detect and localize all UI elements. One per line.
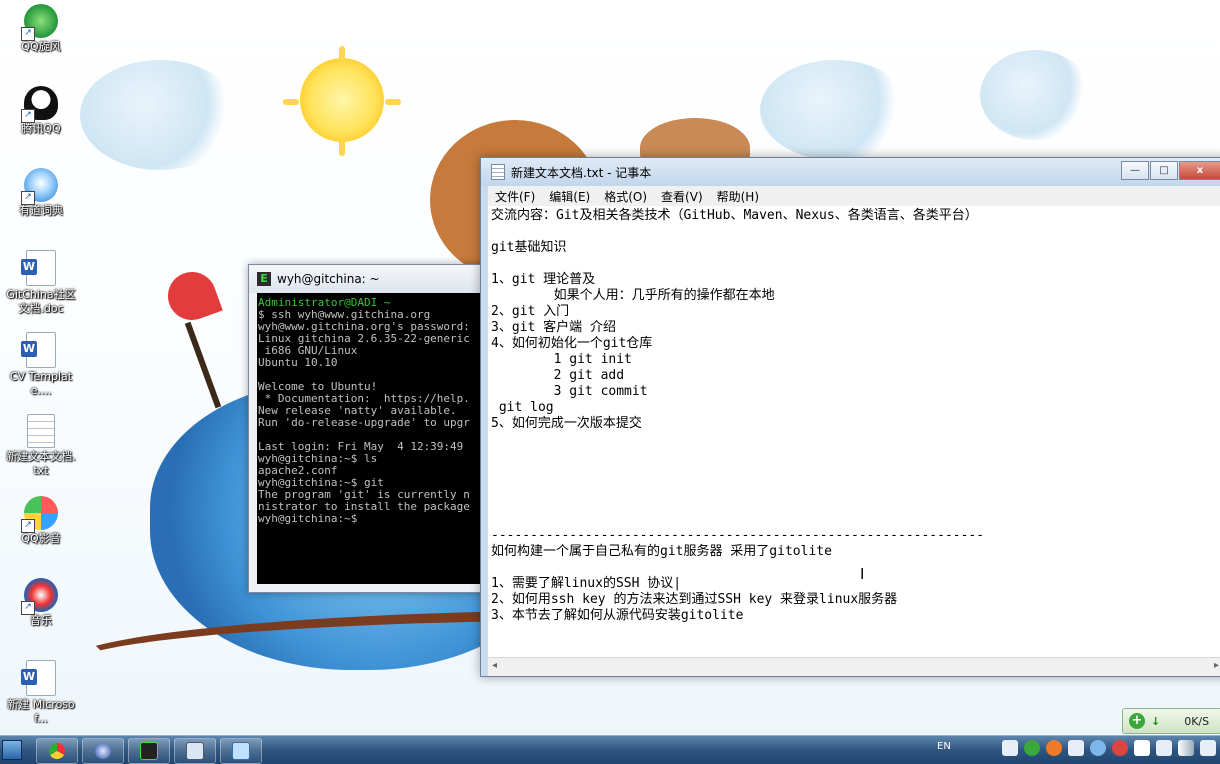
notepad-line: 5、如何完成一次版本提交 — [491, 416, 642, 431]
language-indicator[interactable]: EN — [937, 741, 951, 752]
desktop-icon-new-word-doc[interactable]: 新建 Microsof... — [6, 660, 76, 726]
desktop-icon-cv-template[interactable]: CV Template.... — [6, 332, 76, 398]
desktop-icon-music[interactable]: ↗ 音乐 — [6, 578, 76, 628]
terminal-window[interactable]: E wyh@gitchina: ~ Administrator@DADI ~ $ … — [248, 264, 500, 593]
menu-file[interactable]: 文件(F) — [495, 188, 535, 205]
notepad-menubar: 文件(F) 编辑(E) 格式(O) 查看(V) 帮助(H) — [488, 186, 1220, 206]
desktop-icon-qq-whirlwind[interactable]: ↗ QQ旋风 — [6, 4, 76, 54]
minimize-button[interactable]: — — [1121, 161, 1149, 180]
notepad-line — [491, 496, 1220, 512]
terminal-line: Run 'do-release-upgrade' to upgr — [258, 416, 470, 429]
notepad-line: ----------------------------------------… — [491, 528, 985, 543]
notepad-line — [491, 480, 1220, 496]
scroll-left-icon[interactable]: ◂ — [492, 660, 497, 671]
notepad-text-area[interactable]: 交流内容：Git及相关各类技术（GitHub、Maven、Nexus、各类语言、… — [488, 206, 1220, 658]
notepad-line: 3、git 客户端 介绍 — [491, 320, 616, 335]
tray-globe-icon[interactable] — [1090, 740, 1106, 756]
desktop-icon-new-text-file[interactable]: 新建文本文档.txt — [6, 414, 76, 478]
qq-whirlwind-icon: ↗ — [21, 4, 58, 41]
notepad-window[interactable]: 新建文本文档.txt - 记事本 — □ x 文件(F) 编辑(E) 格式(O)… — [480, 157, 1220, 677]
notepad-line: git log — [491, 400, 554, 415]
notepad-line — [491, 560, 1220, 576]
network-speed: 0K/S — [1184, 714, 1210, 728]
word-doc-icon — [21, 660, 56, 696]
notepad-titlebar[interactable]: 新建文本文档.txt - 记事本 — □ x — [481, 158, 1220, 186]
qq-penguin-icon: ↗ — [21, 86, 58, 123]
terminal-titlebar[interactable]: E wyh@gitchina: ~ — [249, 265, 499, 293]
notepad-line: 1 git init — [491, 352, 632, 367]
taskbar-explorer[interactable] — [174, 738, 216, 764]
menu-help[interactable]: 帮助(H) — [717, 188, 759, 205]
word-doc-icon — [21, 332, 56, 368]
terminal-line: wyh@gitchina:~$ — [258, 512, 364, 525]
download-arrow-icon: ↓ — [1151, 714, 1161, 728]
taskbar-browser[interactable] — [82, 738, 124, 764]
notepad-line: 2、git 入门 — [491, 304, 570, 319]
terminal-title: wyh@gitchina: ~ — [277, 272, 380, 286]
maximize-button[interactable]: □ — [1150, 161, 1178, 180]
tray-volume-icon[interactable] — [1200, 740, 1216, 756]
text-file-icon — [27, 414, 55, 448]
qq-player-icon: ↗ — [21, 496, 58, 533]
plus-icon: + — [1129, 713, 1145, 729]
tray-device-icon[interactable] — [1156, 740, 1172, 756]
desktop-icon-qq-player[interactable]: ↗ QQ影音 — [6, 496, 76, 546]
notepad-line — [491, 432, 1220, 448]
horizontal-scrollbar[interactable]: ◂ ▸ — [488, 657, 1220, 676]
notepad-line: 2、如何用ssh key 的方法来达到通过SSH key 来登录linux服务器 — [491, 592, 898, 607]
notepad-line: 2 git add — [491, 368, 625, 383]
terminal-icon: E — [257, 272, 271, 286]
sun-decoration — [300, 58, 384, 142]
notepad-line: 如何构建一个属于自己私有的git服务器 采用了gitolite — [491, 544, 832, 559]
notepad-line — [491, 448, 1220, 464]
taskbar-terminal[interactable] — [128, 738, 170, 764]
tray-signal-icon[interactable] — [1178, 740, 1194, 756]
notepad-line: 4、如何初始化一个git仓库 — [491, 336, 653, 351]
menu-view[interactable]: 查看(V) — [661, 188, 703, 205]
youdao-dict-icon: ↗ — [21, 168, 58, 205]
start-button[interactable] — [2, 740, 22, 760]
tray-network-icon[interactable] — [1068, 740, 1084, 756]
terminal-output[interactable]: Administrator@DADI ~ $ ssh wyh@www.gitchi… — [257, 293, 499, 584]
taskbar-chrome[interactable] — [36, 738, 78, 764]
tray-heart-icon[interactable] — [1112, 740, 1128, 756]
close-button[interactable]: x — [1179, 161, 1220, 180]
notepad-line: 如果个人用：几乎所有的操作都在本地 — [491, 288, 775, 303]
tray-plus-icon[interactable] — [1024, 740, 1040, 756]
desktop-icon-youdao-dict[interactable]: ↗ 有道词典 — [6, 168, 76, 218]
menu-edit[interactable]: 编辑(E) — [549, 188, 590, 205]
system-tray — [1002, 740, 1216, 756]
tray-keyboard-icon[interactable] — [1002, 740, 1018, 756]
notepad-title: 新建文本文档.txt - 记事本 — [511, 165, 652, 180]
notepad-icon — [491, 164, 505, 180]
taskbar-notepad[interactable] — [220, 738, 262, 764]
notepad-line: 3、本节去了解如何从源代码安装gitolite — [491, 608, 744, 623]
notepad-line — [491, 224, 1220, 240]
notepad-line: 1、需要了解linux的SSH 协议| — [491, 576, 682, 591]
notepad-line: git基础知识 — [491, 240, 567, 255]
notepad-line: 3 git commit — [491, 384, 648, 399]
notepad-line: 1、git 理论普及 — [491, 272, 596, 287]
notepad-line — [491, 256, 1220, 272]
menu-format[interactable]: 格式(O) — [604, 188, 647, 205]
notepad-line — [491, 464, 1220, 480]
scroll-right-icon[interactable]: ▸ — [1214, 660, 1219, 671]
tray-flag-icon[interactable] — [1134, 740, 1150, 756]
desktop-icon-gitchina-doc[interactable]: GitChina社区文档.doc — [6, 250, 76, 316]
text-cursor-icon: Ⅰ — [860, 565, 865, 583]
taskbar: EN — [0, 735, 1220, 764]
notepad-line — [491, 512, 1220, 528]
word-doc-icon — [21, 250, 56, 286]
music-player-icon: ↗ — [21, 578, 58, 615]
heart-decoration — [161, 265, 223, 327]
desktop-icon-tencent-qq[interactable]: ↗ 腾讯QQ — [6, 86, 76, 136]
notepad-line: 交流内容：Git及相关各类技术（GitHub、Maven、Nexus、各类语言、… — [491, 208, 978, 223]
network-speed-widget[interactable]: + ↓ 0K/S — [1122, 708, 1220, 734]
tray-orange-icon[interactable] — [1046, 740, 1062, 756]
terminal-line: Ubuntu 10.10 — [258, 356, 338, 369]
